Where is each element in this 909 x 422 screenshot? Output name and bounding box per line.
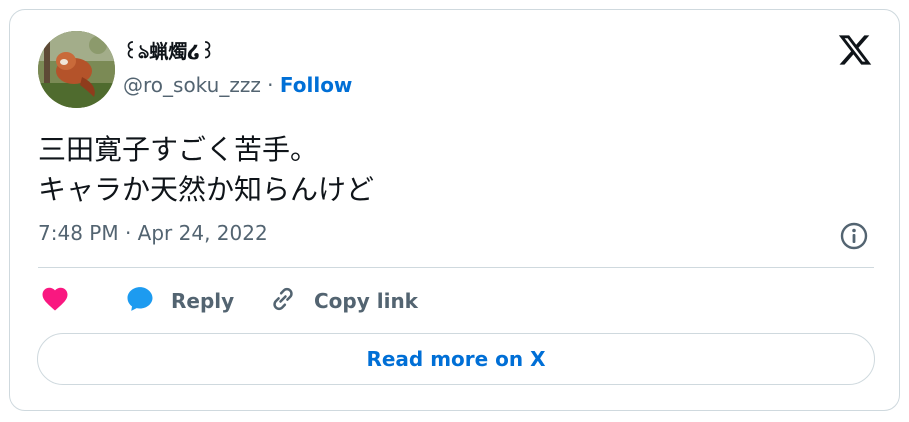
separator-dot: · — [260, 73, 280, 97]
reply-button[interactable]: Reply — [125, 283, 234, 319]
tweet-text-line: キャラか天然か知らんけど — [38, 173, 375, 206]
tweet-text: 三田寛子すごく苦手。 キャラか天然か知らんけど — [38, 130, 374, 210]
copy-link-label: Copy link — [314, 289, 418, 313]
heart-icon — [40, 284, 70, 318]
tweet-text-line: 三田寛子すごく苦手。 — [38, 133, 319, 166]
read-more-button[interactable]: Read more on X — [37, 333, 875, 385]
red-panda-avatar-image — [38, 31, 115, 108]
tweet-card: ꒰ঌ蝋燭໒꒱ @ro_soku_zzz · Follow 三田寛子すごく苦手。 … — [9, 9, 900, 411]
speech-bubble-icon — [125, 284, 155, 318]
timestamp[interactable]: 7:48 PM · Apr 24, 2022 — [38, 221, 268, 245]
x-logo-icon[interactable] — [837, 32, 873, 68]
copy-link-button[interactable]: Copy link — [268, 283, 418, 319]
divider — [38, 267, 874, 268]
avatar[interactable] — [38, 31, 115, 108]
link-icon — [268, 284, 298, 318]
reply-label: Reply — [171, 289, 235, 313]
handle-row: @ro_soku_zzz · Follow — [123, 73, 352, 97]
display-name[interactable]: ꒰ঌ蝋燭໒꒱ — [123, 37, 215, 70]
handle[interactable]: @ro_soku_zzz — [123, 73, 261, 97]
info-icon[interactable] — [839, 221, 869, 251]
like-button[interactable] — [40, 283, 70, 319]
follow-link[interactable]: Follow — [280, 73, 353, 97]
